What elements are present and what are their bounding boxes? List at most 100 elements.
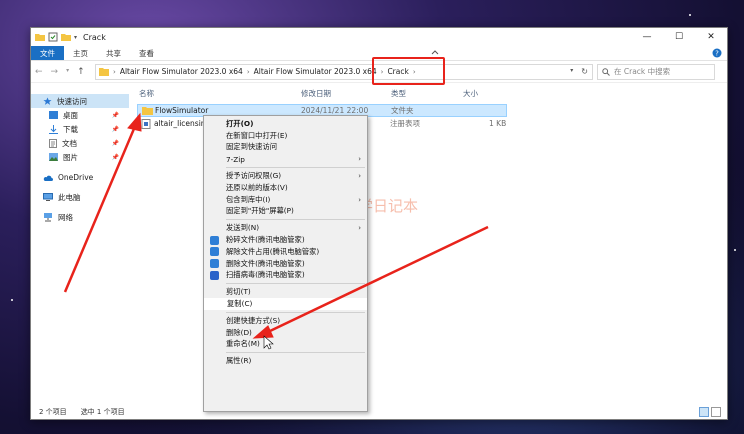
pin-icon: 📌 — [111, 139, 119, 147]
sidebar-item-desktop[interactable]: 桌面 📌 — [31, 108, 129, 122]
close-button[interactable]: ✕ — [695, 28, 727, 46]
search-placeholder: 在 Crack 中搜索 — [614, 67, 671, 76]
refresh-icon[interactable]: ↻ — [581, 67, 588, 76]
cloud-icon — [43, 175, 53, 181]
tencent-shred-icon — [210, 235, 219, 245]
menu-item-grant-access[interactable]: 授予访问权限(G) › — [204, 170, 367, 182]
registry-file-icon — [141, 118, 151, 129]
folder-icon — [99, 68, 109, 76]
chevron-down-icon[interactable]: ▾ — [74, 34, 77, 41]
context-menu: 打开(O) 在新窗口中打开(E) 固定到快速访问 7-Zip › 授予访问权限(G… — [203, 115, 368, 412]
menu-item-scan-virus[interactable]: 扫描病毒(腾讯电脑管家) — [204, 270, 367, 282]
menu-item-unlock-file[interactable]: 解除文件占用(腾讯电脑管家) — [204, 246, 367, 258]
recent-dropdown-icon[interactable]: ▾ — [66, 67, 69, 77]
tencent-delete-icon — [210, 259, 219, 269]
menu-item-pin-quick-access[interactable]: 固定到快速访问 — [204, 142, 367, 154]
sidebar-item-label: 网络 — [58, 212, 73, 222]
menu-item-include-library[interactable]: 包含到库中(I) › — [204, 194, 367, 206]
menu-separator — [226, 167, 365, 169]
tab-view[interactable]: 查看 — [130, 46, 163, 60]
address-dropdown-icon[interactable]: ▾ — [570, 67, 573, 76]
desktop-icon — [49, 111, 58, 119]
properties-icon[interactable] — [48, 32, 58, 42]
back-arrow-icon[interactable]: ← — [35, 67, 43, 77]
file-type: 文件夹 — [391, 106, 414, 115]
address-field[interactable]: › Altair Flow Simulator 2023.0 x64 › Alt… — [95, 63, 593, 80]
menu-separator — [226, 283, 365, 285]
menu-item-create-shortcut[interactable]: 创建快捷方式(S) — [204, 315, 367, 327]
tab-home[interactable]: 主页 — [64, 46, 97, 60]
menu-separator — [226, 219, 365, 221]
breadcrumb-item[interactable]: Altair Flow Simulator 2023.0 x64 — [120, 67, 243, 76]
vertical-scrollbar[interactable] — [717, 84, 727, 405]
sidebar-item-pictures[interactable]: 图片 📌 — [31, 150, 129, 164]
document-icon — [49, 138, 57, 148]
breadcrumb-item[interactable]: Altair Flow Simulator 2023.0 x64 — [254, 67, 377, 76]
menu-item-delete[interactable]: 删除(D) — [204, 327, 367, 339]
sidebar-item-quick-access[interactable]: 快速访问 — [31, 94, 129, 108]
column-header-name[interactable]: 名称 — [139, 88, 154, 99]
forward-arrow-icon[interactable]: → — [51, 67, 59, 77]
sidebar-item-label: 此电脑 — [58, 192, 81, 202]
details-view-icon[interactable] — [699, 407, 709, 417]
pin-icon: 📌 — [111, 153, 119, 161]
menu-item-restore-versions[interactable]: 还原以前的版本(V) — [204, 182, 367, 194]
status-bar: 2 个项目 选中 1 个项目 — [31, 405, 727, 419]
sidebar-item-label: 文档 — [62, 138, 77, 148]
chevron-right-icon: › — [113, 67, 116, 76]
new-folder-icon[interactable] — [61, 32, 71, 42]
menu-item-label: 发送到(N) — [226, 223, 260, 233]
menu-item-label: 扫描病毒(腾讯电脑管家) — [226, 270, 305, 280]
menu-item-label: 删除文件(腾讯电脑管家) — [226, 258, 305, 268]
chevron-right-icon: › — [358, 195, 361, 204]
title-bar: ▾ Crack — ☐ ✕ — [31, 28, 727, 46]
menu-separator — [226, 311, 365, 313]
menu-item-cut[interactable]: 剪切(T) — [204, 286, 367, 298]
sidebar-item-label: 下载 — [63, 124, 78, 134]
menu-item-label: 7-Zip — [226, 154, 245, 164]
column-header-size[interactable]: 大小 — [463, 88, 478, 99]
menu-item-send-to[interactable]: 发送到(N) › — [204, 222, 367, 234]
highlight-box — [372, 57, 445, 85]
menu-item-pin-start[interactable]: 固定到"开始"屏幕(P) — [204, 206, 367, 218]
sidebar-item-downloads[interactable]: 下载 📌 — [31, 122, 129, 136]
menu-separator — [226, 352, 365, 354]
pin-icon: 📌 — [111, 125, 119, 133]
chevron-right-icon: › — [358, 155, 361, 164]
pin-icon: 📌 — [111, 111, 119, 119]
folder-icon — [142, 107, 153, 115]
column-header-type[interactable]: 类型 — [391, 88, 406, 99]
sidebar-item-this-pc[interactable]: 此电脑 — [31, 190, 129, 204]
sidebar-item-network[interactable]: 网络 — [31, 210, 129, 224]
menu-item-open-new-window[interactable]: 在新窗口中打开(E) — [204, 130, 367, 142]
folder-icon — [35, 34, 45, 41]
sidebar-item-onedrive[interactable]: OneDrive — [31, 170, 129, 184]
tab-file[interactable]: 文件 — [31, 46, 64, 60]
search-input[interactable]: 在 Crack 中搜索 — [597, 63, 715, 80]
menu-item-properties[interactable]: 属性(R) — [204, 355, 367, 367]
chevron-right-icon: › — [358, 224, 361, 233]
up-arrow-icon[interactable]: ↑ — [77, 67, 85, 77]
content-area: 快速访问 桌面 📌 下载 📌 文档 📌 图片 📌 OneDrive 此电脑 网络… — [31, 84, 727, 405]
file-date: 2024/11/21 22:00 — [301, 106, 369, 115]
computer-icon — [43, 193, 53, 201]
menu-item-rename[interactable]: 重命名(M) — [204, 339, 367, 351]
column-header-date[interactable]: 修改日期 — [301, 88, 331, 99]
menu-item-7zip[interactable]: 7-Zip › — [204, 153, 367, 165]
tab-share[interactable]: 共享 — [97, 46, 130, 60]
menu-item-shred-file[interactable]: 粉碎文件(腾讯电脑管家) — [204, 234, 367, 246]
menu-item-label: 粉碎文件(腾讯电脑管家) — [226, 235, 305, 245]
picture-icon — [49, 153, 58, 161]
menu-item-delete-file-tencent[interactable]: 删除文件(腾讯电脑管家) — [204, 258, 367, 270]
window-title: Crack — [83, 32, 106, 42]
menu-item-copy[interactable]: 复制(C) — [204, 298, 367, 310]
large-icons-view-icon[interactable] — [711, 407, 721, 417]
sidebar-item-label: 桌面 — [63, 110, 78, 120]
minimize-button[interactable]: — — [631, 28, 663, 46]
maximize-button[interactable]: ☐ — [663, 28, 695, 46]
network-icon — [44, 212, 52, 221]
search-icon — [602, 67, 610, 76]
menu-item-open[interactable]: 打开(O) — [204, 118, 367, 130]
sidebar-item-documents[interactable]: 文档 📌 — [31, 136, 129, 150]
help-icon[interactable]: ? — [707, 46, 727, 60]
